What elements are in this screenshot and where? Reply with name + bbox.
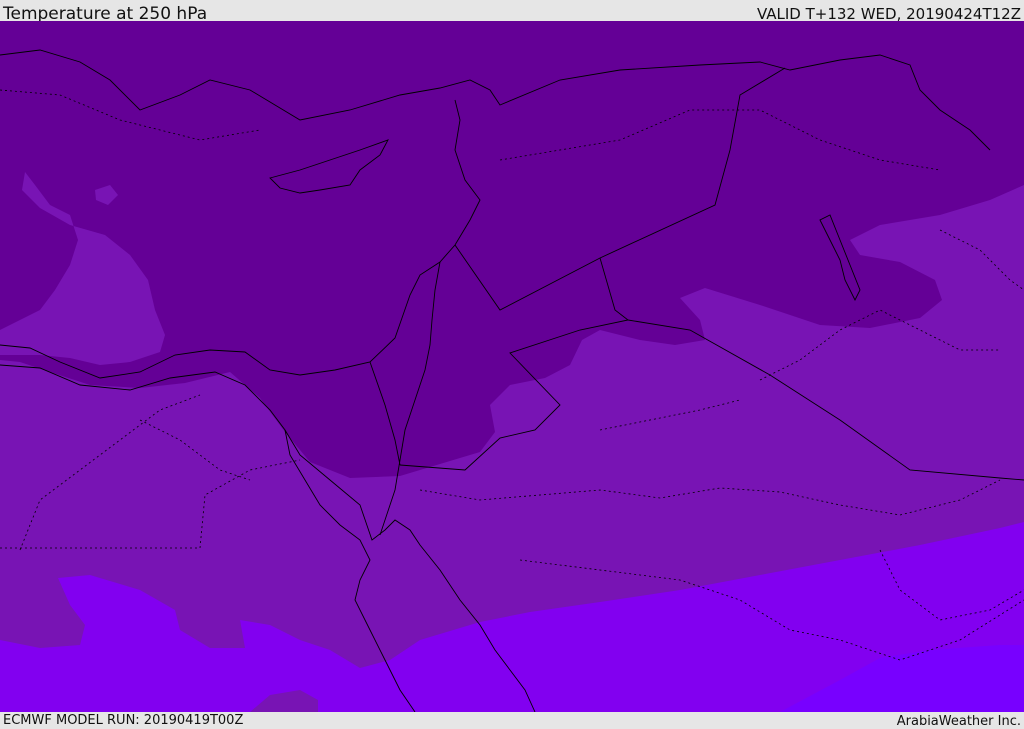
model-run-label: ECMWF MODEL RUN: 20190419T00Z	[3, 713, 244, 728]
credit-label: ArabiaWeather Inc.	[896, 714, 1021, 729]
temperature-map[interactable]	[0, 21, 1024, 712]
